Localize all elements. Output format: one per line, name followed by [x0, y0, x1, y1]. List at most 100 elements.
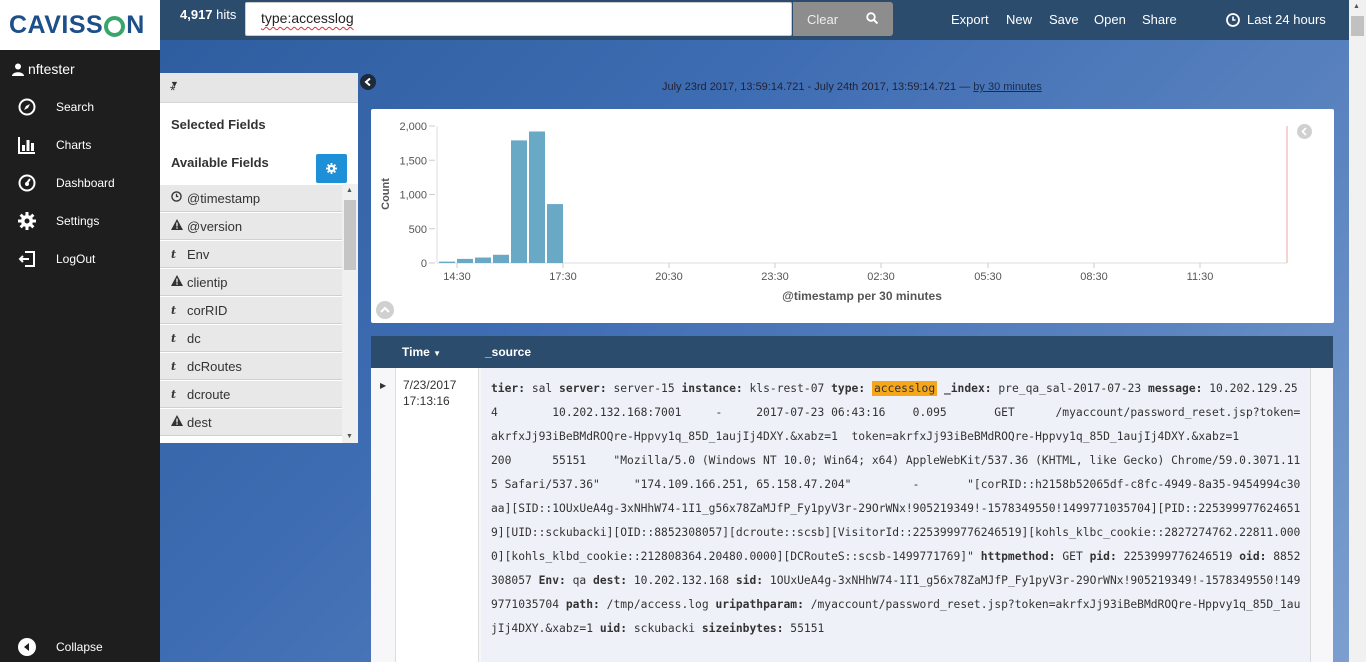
x-tick-label: 17:30: [549, 271, 577, 283]
table-row[interactable]: ▶ 7/23/2017 17:13:16 tier: sal server: s…: [371, 368, 1333, 662]
y-tick-label: 500: [409, 224, 427, 236]
string-type-icon: t: [171, 303, 177, 317]
source-key: sid:: [735, 574, 764, 587]
source-value: sal: [525, 382, 560, 395]
chevron-up-icon: [380, 306, 390, 313]
scrollbar-thumb[interactable]: [344, 200, 356, 270]
cavisson-logo[interactable]: CAVISS N: [0, 0, 160, 50]
source-key: _index:: [937, 382, 992, 395]
collapse-sidebar-button[interactable]: [360, 74, 376, 90]
field-item[interactable]: @version: [160, 212, 342, 240]
clock-icon: [1226, 12, 1240, 27]
field-name: @version: [187, 218, 243, 234]
warning-icon: [171, 219, 187, 233]
new-link[interactable]: New: [1006, 12, 1032, 27]
source-key: tier:: [491, 382, 526, 395]
search-input[interactable]: [245, 2, 792, 36]
logo-text-end: N: [126, 10, 145, 39]
index-pattern-select[interactable]: * ▼: [160, 73, 358, 103]
field-item[interactable]: clientip: [160, 268, 342, 296]
field-name: corRID: [187, 302, 228, 318]
fields-scrollbar[interactable]: ▲ ▼: [342, 184, 358, 443]
clock-icon: [171, 191, 187, 205]
search-icon[interactable]: [866, 12, 879, 27]
histogram-bar[interactable]: [547, 204, 563, 263]
histogram-bar[interactable]: [439, 261, 455, 263]
histogram-bar[interactable]: [529, 131, 545, 263]
histogram-chart[interactable]: 0 500 1,000 1,500 2,000 Count 14:30 17:30 20:30 2…: [371, 109, 1334, 323]
field-name: Env: [187, 246, 210, 262]
source-key: uripathparam:: [715, 598, 804, 611]
username: nftester: [28, 61, 75, 77]
histogram-bar[interactable]: [511, 140, 527, 263]
x-tick-label: 05:30: [974, 271, 1002, 283]
source-value: kls-rest-07: [742, 382, 832, 395]
source-value: GET: [1055, 550, 1090, 563]
y-tick-label: 1,500: [399, 155, 427, 167]
field-item[interactable]: t dcRoutes: [160, 352, 342, 380]
fields-sidebar: * ▼ Selected Fields Available Fields @ti…: [160, 73, 358, 443]
string-type-icon: t: [171, 331, 177, 345]
hits-count: 4,917: [180, 7, 213, 22]
nav-item-settings[interactable]: Settings: [0, 202, 160, 240]
y-tick-label: 1,000: [399, 190, 427, 202]
sort-desc-icon: ▼: [433, 349, 442, 358]
source-cell: tier: sal server: server-15 instance: kl…: [481, 368, 1311, 662]
collapse-button[interactable]: Collapse: [0, 628, 160, 662]
field-name: dest: [187, 414, 212, 430]
histogram-bar[interactable]: [475, 257, 491, 263]
page-scrollbar[interactable]: ▲: [1349, 0, 1366, 662]
nav-item-search[interactable]: Search: [0, 88, 160, 126]
source-value: 10.202.132.168: [627, 574, 736, 587]
user-menu[interactable]: nftester: [12, 61, 75, 77]
field-item[interactable]: dest: [160, 408, 342, 436]
scroll-down-arrow-icon[interactable]: ▼: [346, 433, 353, 440]
scroll-up-arrow-icon[interactable]: ▲: [346, 187, 353, 194]
expand-row-icon[interactable]: ▶: [380, 381, 386, 390]
field-name: clientip: [187, 274, 228, 290]
dashboard-icon: [18, 174, 36, 192]
table-header: Time ▼ _source: [371, 336, 1333, 368]
field-item[interactable]: t Env: [160, 240, 342, 268]
available-fields-title: Available Fields: [171, 155, 269, 170]
clear-search-button[interactable]: Clear: [793, 2, 893, 36]
hits-counter: 4,917 hits: [180, 7, 236, 22]
histogram-panel: 0 500 1,000 1,500 2,000 Count 14:30 17:30 20:30 2…: [371, 109, 1334, 323]
histogram-bar[interactable]: [493, 254, 509, 263]
time-column-header[interactable]: Time ▼: [402, 345, 441, 359]
export-link[interactable]: Export: [951, 12, 989, 27]
time-range-label: Last 24 hours: [1247, 12, 1326, 27]
histogram-bar[interactable]: [457, 258, 473, 263]
time-picker[interactable]: Last 24 hours: [1226, 12, 1326, 27]
nav-label-search: Search: [56, 100, 95, 114]
scroll-up-arrow-icon[interactable]: ▲: [1353, 3, 1360, 10]
documents-table: Time ▼ _source ▶ 7/23/2017 17:13:16 tier…: [371, 336, 1333, 662]
nav-label-charts: Charts: [56, 138, 92, 152]
field-settings-button[interactable]: [316, 154, 347, 183]
source-line-head: tier: sal server: server-15 instance: kl…: [491, 381, 1141, 396]
chart-toggle-button[interactable]: [376, 301, 394, 319]
field-item[interactable]: t dcroute: [160, 380, 342, 408]
chevron-left-icon: [364, 78, 371, 86]
source-key: message:: [1148, 382, 1203, 395]
warning-icon: [171, 415, 187, 429]
field-item[interactable]: t dc: [160, 324, 342, 352]
chart-collapse-button[interactable]: [1297, 124, 1312, 139]
time-range-text: July 23rd 2017, 13:59:14.721 - July 24th…: [662, 81, 974, 93]
page-scrollbar-thumb[interactable]: [1351, 16, 1364, 36]
field-name: dcRoutes: [187, 358, 242, 374]
save-link[interactable]: Save: [1049, 12, 1079, 27]
gear-icon: [18, 212, 36, 230]
field-item[interactable]: @timestamp: [160, 184, 342, 212]
open-link[interactable]: Open: [1094, 12, 1126, 27]
string-type-icon: t: [171, 247, 177, 261]
nav-item-logout[interactable]: LogOut: [0, 240, 160, 278]
x-axis-label: @timestamp per 30 minutes: [782, 289, 942, 303]
nav-item-dashboard[interactable]: Dashboard: [0, 164, 160, 202]
field-item[interactable]: t corRID: [160, 296, 342, 324]
nav-item-charts[interactable]: Charts: [0, 126, 160, 164]
compass-icon: [18, 98, 36, 116]
interval-link[interactable]: by 30 minutes: [973, 81, 1041, 93]
source-value: 55151: [783, 622, 825, 635]
share-link[interactable]: Share: [1142, 12, 1177, 27]
